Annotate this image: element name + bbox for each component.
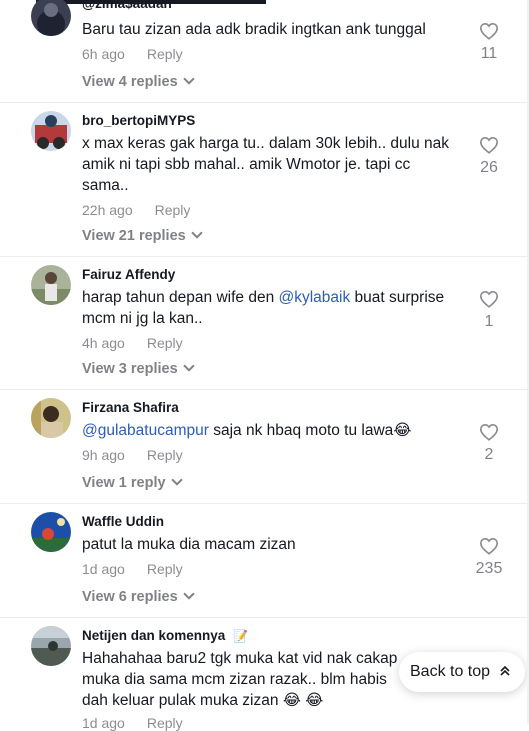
comment-meta: 22h ago Reply bbox=[82, 202, 190, 218]
comment-username[interactable]: Waffle Uddin bbox=[82, 514, 164, 529]
comment-username[interactable]: bro_bertopiMYPS bbox=[82, 113, 195, 128]
comment-time: 1d ago bbox=[82, 561, 125, 577]
heart-icon bbox=[479, 423, 499, 441]
heart-icon bbox=[479, 136, 499, 154]
view-replies-label: View 21 replies bbox=[82, 228, 186, 244]
comment-time: 4h ago bbox=[82, 335, 125, 351]
reply-button[interactable]: Reply bbox=[147, 447, 183, 463]
comment-time: 22h ago bbox=[82, 202, 133, 218]
reply-button[interactable]: Reply bbox=[155, 202, 191, 218]
chevron-down-icon bbox=[182, 588, 195, 600]
chevron-down-icon bbox=[191, 227, 203, 239]
mention-link[interactable]: @kylabaik bbox=[279, 289, 351, 306]
comment-meta: 1d ago Reply bbox=[82, 561, 183, 577]
divider bbox=[0, 256, 529, 257]
view-replies-label: View 6 replies bbox=[82, 589, 178, 605]
view-replies-label: View 1 reply bbox=[82, 475, 166, 491]
comment-text: Baru tau zizan ada adk bradik ingtkan an… bbox=[82, 21, 426, 38]
double-chevron-up-icon bbox=[500, 665, 510, 679]
view-replies-button[interactable]: View 6 replies bbox=[82, 588, 195, 605]
back-to-top-label: Back to top bbox=[410, 663, 491, 680]
heart-icon bbox=[479, 537, 499, 555]
like-count: 11 bbox=[480, 45, 498, 62]
like-button[interactable]: 1 bbox=[470, 290, 508, 331]
comment-meta: 1d ago Reply bbox=[82, 715, 183, 731]
comment-text: @gulabatucampur saja nk hbaq moto tu law… bbox=[82, 420, 457, 441]
divider bbox=[0, 503, 529, 504]
comment-text-line: dah keluar pulak muka zizan 😂 😂 bbox=[82, 692, 324, 709]
comment-meta: 6h ago Reply bbox=[82, 46, 183, 62]
comment-username[interactable]: Fairuz Affendy bbox=[82, 267, 175, 282]
comment-time: 6h ago bbox=[82, 46, 125, 62]
comment-time: 1d ago bbox=[82, 715, 125, 731]
view-replies-label: View 4 replies bbox=[82, 74, 178, 90]
like-button[interactable]: 11 bbox=[470, 22, 508, 63]
view-replies-label: View 3 replies bbox=[82, 361, 178, 377]
heart-icon bbox=[479, 290, 499, 308]
view-replies-button[interactable]: View 21 replies bbox=[82, 227, 203, 244]
avatar[interactable] bbox=[31, 111, 71, 151]
comment-username[interactable]: Netijen dan komennya 📝 bbox=[82, 628, 248, 643]
comment-meta: 4h ago Reply bbox=[82, 335, 183, 351]
comment-username[interactable]: @zima$aadah bbox=[82, 0, 172, 11]
like-count: 26 bbox=[480, 159, 498, 176]
heart-icon bbox=[479, 22, 499, 40]
divider bbox=[0, 102, 529, 103]
chevron-down-icon bbox=[170, 474, 183, 486]
avatar[interactable] bbox=[31, 0, 71, 36]
comment-meta: 9h ago Reply bbox=[82, 447, 183, 463]
divider bbox=[0, 389, 529, 390]
like-count: 235 bbox=[475, 560, 503, 577]
avatar[interactable] bbox=[31, 626, 71, 666]
avatar[interactable] bbox=[31, 398, 71, 438]
like-count: 2 bbox=[484, 446, 494, 463]
comment-text: harap tahun depan wife den @kylabaik bua… bbox=[82, 287, 457, 329]
view-replies-button[interactable]: View 3 replies bbox=[82, 360, 195, 377]
avatar[interactable] bbox=[31, 512, 71, 552]
view-replies-button[interactable]: View 4 replies bbox=[82, 73, 195, 90]
mention-link[interactable]: @gulabatucampur bbox=[82, 422, 209, 439]
view-replies-button[interactable]: View 1 reply bbox=[82, 474, 183, 491]
reply-button[interactable]: Reply bbox=[147, 335, 183, 351]
like-button[interactable]: 235 bbox=[470, 537, 508, 578]
comment-text-part: saja nk hbaq moto tu lawa😂 bbox=[208, 422, 412, 439]
reply-button[interactable]: Reply bbox=[147, 561, 183, 577]
chevron-down-icon bbox=[182, 360, 195, 372]
comment-text-part: harap tahun depan wife den bbox=[82, 289, 279, 306]
comment-username[interactable]: Firzana Shafira bbox=[82, 400, 179, 415]
username-label: Netijen dan komennya bbox=[82, 628, 226, 643]
back-to-top-button[interactable]: Back to top bbox=[399, 652, 525, 692]
avatar[interactable] bbox=[31, 265, 71, 305]
comment-text: x max keras gak harga tu.. dalam 30k leb… bbox=[82, 135, 450, 194]
reply-button[interactable]: Reply bbox=[147, 715, 183, 731]
comment-text: patut la muka dia macam zizan bbox=[82, 536, 296, 553]
divider bbox=[0, 617, 529, 618]
like-button[interactable]: 26 bbox=[470, 136, 508, 177]
chevron-down-icon bbox=[182, 73, 195, 85]
reply-button[interactable]: Reply bbox=[147, 46, 183, 62]
memo-icon: 📝 bbox=[233, 629, 249, 643]
like-count: 1 bbox=[484, 313, 494, 330]
like-button[interactable]: 2 bbox=[470, 423, 508, 464]
comment-time: 9h ago bbox=[82, 447, 125, 463]
